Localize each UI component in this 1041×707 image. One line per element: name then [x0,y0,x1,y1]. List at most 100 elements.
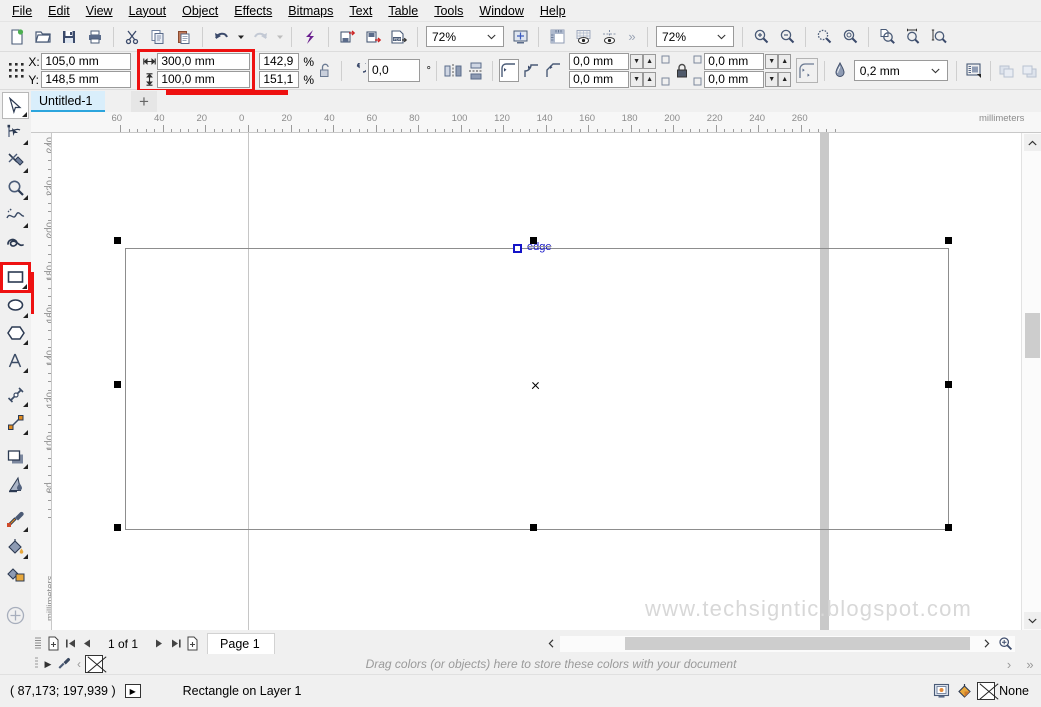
zoom-selection-icon[interactable] [838,25,862,49]
flyout-arrow-icon[interactable] [23,195,28,201]
quick-customize-button[interactable] [2,603,29,630]
no-color-swatch-icon[interactable] [85,655,103,673]
horizontal-scrollbar-thumb[interactable] [625,637,970,650]
show-rulers-icon[interactable] [545,25,569,49]
full-screen-preview-icon[interactable] [508,25,532,49]
menu-item-object[interactable]: Object [174,2,226,20]
corner-radius-br-spinner[interactable]: ▼ ▲ [765,72,792,87]
scroll-left-arrow-icon[interactable] [544,636,558,651]
selection-handle-top-right[interactable] [945,237,952,244]
menu-item-layout[interactable]: Layout [121,2,175,20]
wrap-paragraph-text-icon[interactable] [963,59,984,83]
selection-handle-top-left[interactable] [114,237,121,244]
parallel-dimension-tool[interactable] [2,382,29,409]
selection-handle-middle-right[interactable] [945,381,952,388]
zoom-level-combobox[interactable]: 72% [426,26,504,47]
y-position-input[interactable]: 148,5 mm [41,71,132,88]
redo-dropdown-icon[interactable] [274,25,285,49]
selection-handle-bottom-right[interactable] [945,524,952,531]
vertical-ruler[interactable]: 240 220 200 180 160 140 120 100 80 millimeters [31,133,52,630]
freehand-tool[interactable] [2,202,29,229]
artistic-media-tool[interactable] [2,230,29,257]
open-document-icon[interactable] [31,25,55,49]
cut-icon[interactable] [120,25,144,49]
copy-icon[interactable] [146,25,170,49]
flyout-arrow-icon[interactable] [23,464,28,470]
corel-connect-icon[interactable] [298,25,322,49]
save-icon[interactable] [57,25,81,49]
corner-radius-tl-spinner[interactable]: ▼ ▲ [630,54,657,69]
flyout-arrow-icon[interactable] [23,340,28,346]
round-corner-icon[interactable] [498,59,519,82]
interactive-fill-tool[interactable] [2,534,29,561]
flyout-arrow-icon[interactable] [23,429,28,435]
horizontal-ruler[interactable]: 60 40 20 0 20 40 60 80 100 120 140 160 180 200 220 240 2… [31,112,1041,133]
drawing-canvas[interactable]: edge www.techsigntic.blogspot.com [52,133,1024,630]
undo-dropdown-icon[interactable] [235,25,246,49]
menu-item-window[interactable]: Window [471,2,531,20]
crop-tool[interactable] [2,147,29,174]
import-icon[interactable] [335,25,359,49]
outline-width-combobox[interactable]: 0,2 mm [853,60,949,81]
scroll-right-arrow-icon[interactable] [980,636,994,651]
transparency-tool[interactable] [2,471,29,498]
rectangle-tool[interactable] [0,262,31,294]
selection-handle-bottom-center[interactable] [530,524,537,531]
lock-corner-radius-icon[interactable] [673,59,690,83]
flyout-arrow-icon[interactable] [23,312,28,318]
menu-item-text[interactable]: Text [341,2,380,20]
object-width-input[interactable]: 300,0 mm [157,53,251,70]
color-eyedropper-icon[interactable] [55,657,73,671]
zoom-all-objects-icon[interactable] [812,25,836,49]
show-grid-icon[interactable] [571,25,595,49]
relative-corner-scaling-icon[interactable] [796,58,818,83]
scale-height-input[interactable]: 151,1 [259,71,300,88]
straight-line-connector-tool[interactable] [2,409,29,436]
palette-grip[interactable] [31,657,41,671]
outline-color-none-swatch[interactable] [977,682,996,700]
horizontal-scrollbar[interactable] [548,636,1015,652]
first-page-button[interactable] [62,633,79,654]
corner-radius-tr-spinner[interactable]: ▼ ▲ [765,54,792,69]
show-guidelines-icon[interactable] [597,25,621,49]
new-document-tab-button[interactable]: + [131,91,157,112]
last-page-button[interactable] [167,633,184,654]
zoom-page-height-icon[interactable] [927,25,951,49]
document-tab-untitled-1[interactable]: Untitled-1 [31,91,105,112]
mirror-vertical-icon[interactable] [465,59,486,83]
to-front-of-layer-icon[interactable] [997,59,1018,83]
polygon-tool[interactable] [2,320,29,347]
object-height-input[interactable]: 100,0 mm [157,71,251,88]
toolbar-overflow-icon[interactable]: » [623,25,641,49]
scalloped-corner-icon[interactable] [521,59,542,83]
vertical-scrollbar-thumb[interactable] [1025,313,1040,358]
chamfered-corner-icon[interactable] [543,59,564,83]
color-eyedropper-tool[interactable] [2,506,29,533]
ellipse-tool[interactable] [2,292,29,319]
unlock-ratio-icon[interactable] [316,59,335,83]
menu-item-tools[interactable]: Tools [426,2,471,20]
flyout-arrow-icon[interactable] [23,167,28,173]
flyout-arrow-icon[interactable] [23,554,28,560]
flyout-arrow-icon[interactable] [23,402,28,408]
scroll-down-arrow-icon[interactable] [1024,612,1041,629]
flyout-arrow-icon[interactable] [22,284,27,290]
object-origin-icon[interactable] [5,59,27,83]
flyout-arrow-icon[interactable] [23,367,28,373]
previous-page-button[interactable] [79,633,96,654]
next-page-button[interactable] [150,633,167,654]
corner-radius-br-input[interactable]: 0,0 mm [704,71,765,88]
status-bar-play-button[interactable]: ▶ [124,684,141,698]
drop-shadow-tool[interactable] [2,444,29,471]
pick-tool[interactable] [2,92,29,119]
corner-radius-top-right-input[interactable]: 0,0 mm [704,53,765,70]
menu-item-file[interactable]: File [4,2,40,20]
page-tab-page-1[interactable]: Page 1 [207,633,275,654]
corner-radius-bl-spinner[interactable]: ▼ ▲ [630,72,657,87]
to-back-of-layer-icon[interactable] [1019,59,1040,83]
chevron-down-icon[interactable] [717,34,733,40]
selection-handle-bottom-left[interactable] [114,524,121,531]
rotation-angle-input[interactable]: 0,0 [367,59,421,82]
add-page-before-icon[interactable] [45,633,62,654]
export-icon[interactable] [361,25,385,49]
